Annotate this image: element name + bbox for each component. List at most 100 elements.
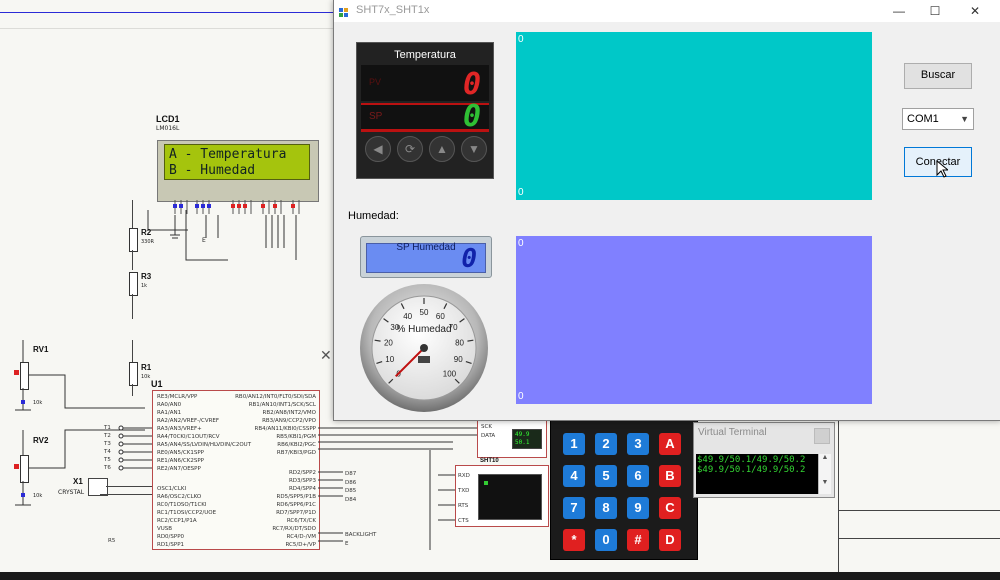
app-icon — [339, 5, 349, 17]
lcd-wiring — [128, 210, 328, 280]
mcu-ref: U1 — [151, 379, 163, 389]
humidity-label: Humedad: — [348, 210, 399, 222]
virtual-terminal[interactable]: Virtual Terminal $49.9/50.1/49.9/50.2 $4… — [693, 422, 835, 498]
temp-chart-y-bottom: 0 — [518, 187, 524, 198]
pin-label: RE1/AN6/CK2SPP — [157, 458, 204, 464]
pin-label: TXD — [458, 488, 470, 494]
terminal-scrollbar[interactable]: ▲ ▼ — [818, 454, 831, 494]
taskbar — [0, 572, 1000, 580]
keypad-key-5[interactable]: 5 — [595, 465, 617, 487]
sht-readout: 49.9 50.1 — [512, 429, 542, 449]
lcd-line-2: B - Humedad — [169, 163, 256, 178]
keypad-key-a[interactable]: A — [659, 433, 681, 455]
wire — [0, 12, 333, 13]
keypad-key-0[interactable]: 0 — [595, 529, 617, 551]
keypad-key-4[interactable]: 4 — [563, 465, 585, 487]
wire — [132, 200, 133, 228]
keypad-key-6[interactable]: 6 — [627, 465, 649, 487]
title-bar[interactable]: SHT7x_SHT1x — ☐ ✕ — [334, 0, 1000, 22]
lcd-display[interactable]: A - Temperatura B - Humedad — [157, 140, 319, 202]
window-title: SHT7x_SHT1x — [356, 4, 430, 16]
keypad-key-8[interactable]: 8 — [595, 497, 617, 519]
gauge-tick-label: 90 — [454, 355, 463, 364]
pin-label: RB3/AN9/CCP2/VPO — [262, 418, 316, 424]
pin-label: RA6/OSC2/CLKO — [157, 494, 202, 500]
sht-readout-hum: 50.1 — [515, 439, 530, 446]
pin-label: OSC1/CLKI — [157, 486, 187, 492]
terminal-output: $49.9/50.1/49.9/50.2 $49.9/50.1/49.9/50.… — [696, 454, 818, 494]
keypad-key-3[interactable]: 3 — [627, 433, 649, 455]
keypad-key-hash[interactable]: # — [627, 529, 649, 551]
hum-chart-y-bottom: 0 — [518, 391, 524, 402]
chevron-down-icon[interactable]: ▼ — [960, 109, 969, 129]
scroll-down-icon[interactable]: ▼ — [819, 479, 831, 486]
hum-chart-y-top: 0 — [518, 238, 524, 249]
sp-label: SP — [369, 111, 383, 122]
maximize-button[interactable]: ☐ — [918, 0, 952, 22]
gauge-odometer — [418, 356, 430, 363]
controller-button-1[interactable]: ◀ — [365, 136, 391, 162]
pin-label: RD3/SPP3 — [288, 478, 316, 484]
close-button[interactable]: ✕ — [958, 0, 992, 22]
pin-label: RC1/T1OSI/CCP2/UOE — [157, 510, 217, 516]
net-label: T4 — [104, 449, 111, 455]
buscar-button[interactable]: Buscar — [904, 63, 972, 89]
temperature-chart[interactable]: 0 0 — [516, 32, 872, 200]
net-label: T3 — [104, 441, 111, 447]
net-label: T1 — [104, 425, 111, 431]
controller-down-button[interactable]: ▼ — [461, 136, 487, 162]
port-select-value: COM1 — [907, 113, 939, 125]
terminal-line: $49.9/50.1/49.9/50.2 — [697, 465, 806, 475]
controller-up-button[interactable]: ▲ — [429, 136, 455, 162]
pv-display: PV 0 — [361, 65, 489, 102]
terminal-close-icon[interactable] — [814, 428, 830, 444]
resistor-r3[interactable] — [129, 272, 138, 296]
keypad-key-7[interactable]: 7 — [563, 497, 585, 519]
keypad-key-b[interactable]: B — [659, 465, 681, 487]
serial-pins: RXD TXD RTS CTS — [458, 469, 470, 529]
mcu-left-pins-lower: OSC1/CLKI RA6/OSC2/CLKO RC0/T1OSO/T1CKI … — [157, 485, 216, 549]
r2-ref: R2 — [141, 228, 152, 237]
keypad-key-c[interactable]: C — [659, 497, 681, 519]
keypad-key-2[interactable]: 2 — [595, 433, 617, 455]
temperature-title: Temperatura — [394, 49, 456, 61]
keypad[interactable]: 1 2 3 A 4 5 6 B 7 8 9 C * 0 # D — [550, 420, 698, 560]
keypad-key-1[interactable]: 1 — [563, 433, 585, 455]
scroll-up-icon[interactable]: ▲ — [819, 454, 831, 461]
pin-label: RC6/TX/CK — [286, 518, 316, 524]
sp-display: SP 0 — [361, 99, 489, 134]
lcd-screen: A - Temperatura B - Humedad — [164, 144, 310, 180]
close-marker-icon: ✕ — [320, 347, 332, 363]
status-led — [484, 481, 488, 485]
gauge-tick-label: 10 — [385, 355, 394, 364]
keypad-key-star[interactable]: * — [563, 529, 585, 551]
wire — [838, 538, 1000, 539]
controller-button-2[interactable]: ⟳ — [397, 136, 423, 162]
humidity-chart[interactable]: 0 0 — [516, 236, 872, 404]
sp-humidity-display: SP Humedad 0 — [360, 236, 492, 278]
pic-microcontroller[interactable]: RE3/MCLR/VPP RA0/AN0 RA1/AN1 RA2/AN2/VRE… — [152, 390, 320, 550]
pin-label: RC5/D+/VP — [285, 542, 316, 548]
minimize-button[interactable]: — — [882, 0, 916, 22]
resistor-r2[interactable] — [129, 228, 138, 252]
pin-label: RD7/SPP7/P1D — [276, 510, 316, 516]
serial-port-component[interactable]: RXD TXD RTS CTS — [455, 465, 549, 527]
sht10-sensor[interactable]: SCK DATA 49.9 50.1 — [477, 420, 547, 458]
sht-readout-temp: 49.9 — [515, 431, 530, 438]
keypad-net-labels: T1 T2 T3 T4 T5 T6 — [104, 424, 111, 472]
keypad-key-d[interactable]: D — [659, 529, 681, 551]
r3-value: 1k — [141, 283, 148, 289]
humidity-gauge: 0102030405060708090100 % Humedad — [358, 282, 490, 414]
pin-label: RB5/KBI1/PGM — [276, 434, 316, 440]
wire — [838, 510, 1000, 511]
gauge-tick-label: 50 — [420, 308, 429, 317]
pin-label: RB2/AN8/INT2/VMO — [262, 410, 316, 416]
keypad-key-9[interactable]: 9 — [627, 497, 649, 519]
serial-port-screen — [478, 474, 542, 520]
pin-label: RC2/CCP1/P1A — [157, 518, 197, 524]
port-select[interactable]: COM1 ▼ — [902, 108, 974, 130]
divider — [361, 129, 489, 132]
lcd-ref: LCD1 — [156, 114, 180, 124]
wire — [132, 294, 133, 319]
app-window[interactable]: SHT7x_SHT1x — ☐ ✕ Temperatura PV 0 SP 0 … — [333, 0, 1000, 421]
